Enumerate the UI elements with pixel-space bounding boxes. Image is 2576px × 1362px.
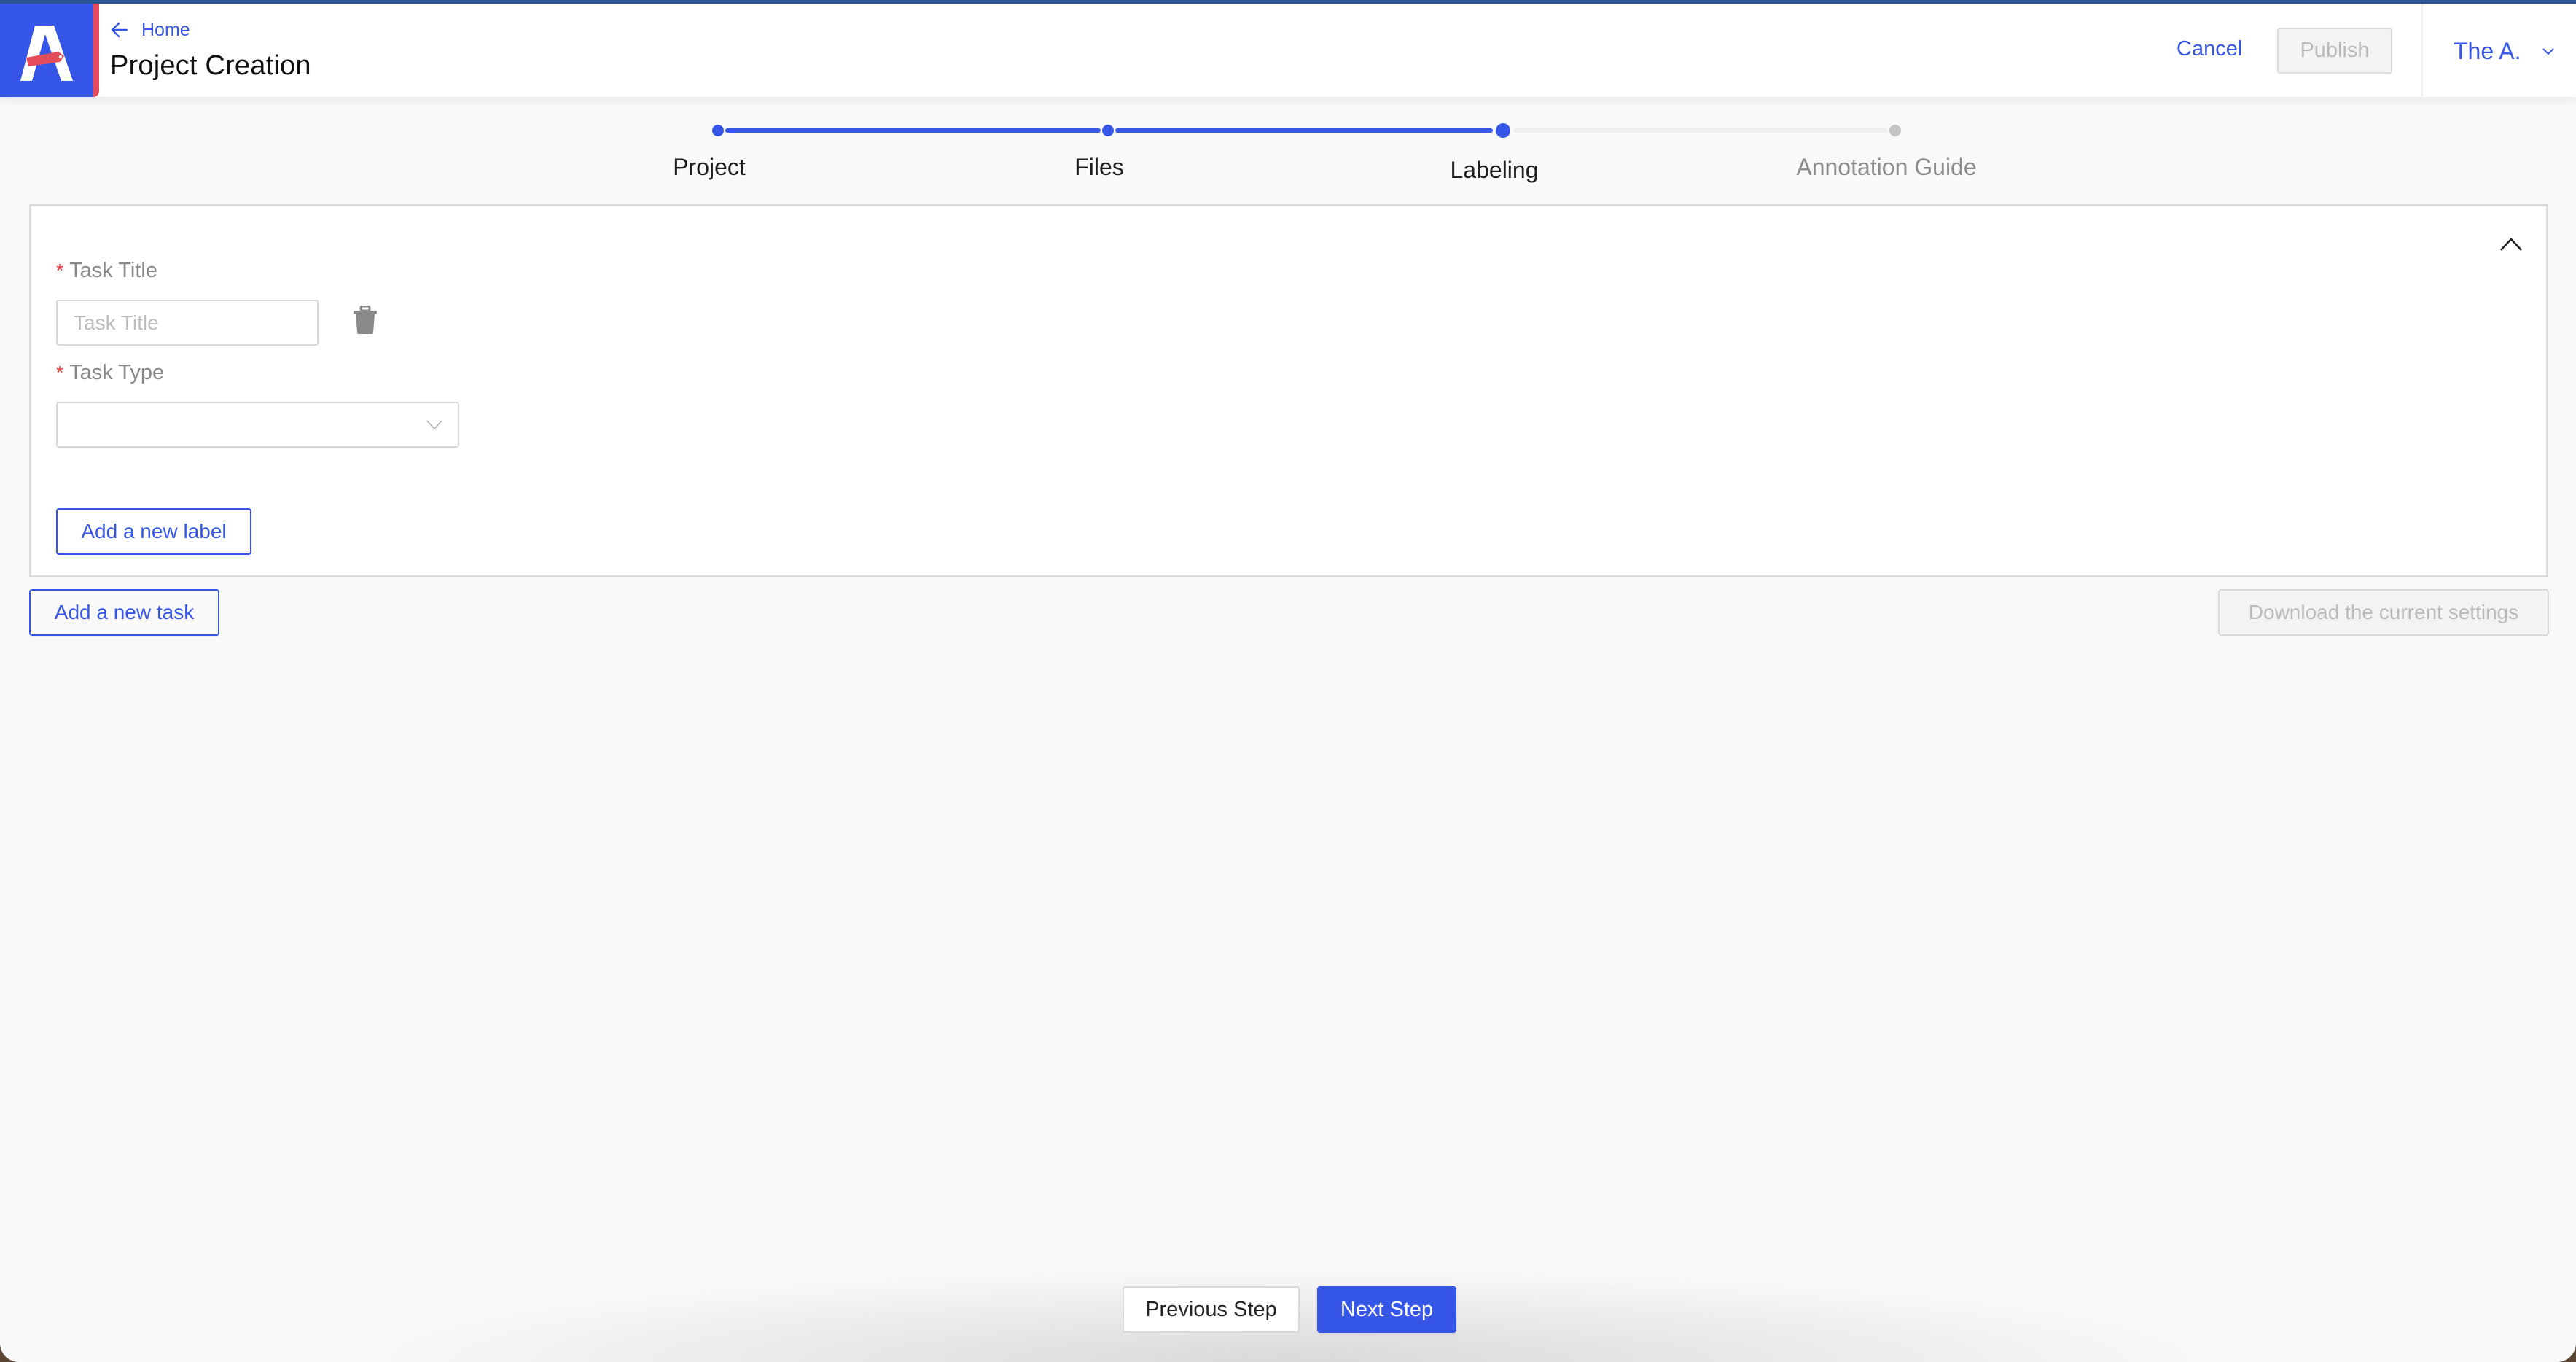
header: Home Project Creation Cancel Publish The… — [0, 4, 2576, 97]
user-name: The A. — [2454, 38, 2521, 64]
task-type-label: * Task Type — [56, 361, 165, 384]
logo-a-tag-icon — [20, 26, 73, 81]
step-label-annotation-guide[interactable]: Annotation Guide — [1796, 154, 1976, 181]
step-connector — [1513, 128, 1888, 133]
download-settings-button[interactable]: Download the current settings — [2218, 589, 2549, 636]
trash-icon[interactable] — [354, 305, 377, 338]
step-dot-labeling — [1496, 123, 1510, 138]
step-label-project[interactable]: Project — [673, 154, 746, 181]
app-window: Home Project Creation Cancel Publish The… — [0, 0, 2576, 1362]
step-dot-files — [1102, 125, 1114, 136]
home-link-label: Home — [141, 19, 190, 40]
required-mark: * — [56, 362, 64, 384]
step-connector — [1115, 128, 1493, 133]
step-dot-annotation-guide — [1889, 125, 1901, 136]
step-dot-project — [712, 125, 724, 136]
arrow-left-icon — [111, 22, 128, 38]
add-label-button[interactable]: Add a new label — [56, 508, 251, 555]
task-title-input[interactable] — [56, 300, 319, 346]
cancel-button[interactable]: Cancel — [2177, 37, 2242, 61]
header-divider — [2421, 4, 2423, 97]
user-menu[interactable]: The A. — [2454, 38, 2555, 65]
page-title: Project Creation — [110, 50, 311, 81]
task-type-select[interactable] — [56, 402, 459, 448]
publish-button[interactable]: Publish — [2277, 28, 2392, 74]
step-label-files[interactable]: Files — [1074, 154, 1124, 181]
app-logo[interactable] — [0, 4, 99, 97]
step-label-labeling[interactable]: Labeling — [1451, 157, 1539, 184]
progress-stepper: Project Files Labeling Annotation Guide — [0, 97, 2576, 199]
chevron-down-icon — [426, 420, 442, 430]
step-connector — [725, 128, 1101, 133]
previous-step-button[interactable]: Previous Step — [1123, 1286, 1300, 1333]
required-mark: * — [56, 260, 64, 281]
next-step-button[interactable]: Next Step — [1317, 1286, 1456, 1333]
task-card: *Task Title *Task Type Add a new label — [29, 204, 2548, 577]
chevron-down-icon — [2542, 47, 2554, 55]
task-title-label: * Task Title — [56, 259, 157, 282]
home-back-link[interactable]: Home — [111, 17, 190, 43]
chevron-up-icon[interactable] — [2499, 236, 2523, 255]
add-task-button[interactable]: Add a new task — [29, 589, 219, 636]
